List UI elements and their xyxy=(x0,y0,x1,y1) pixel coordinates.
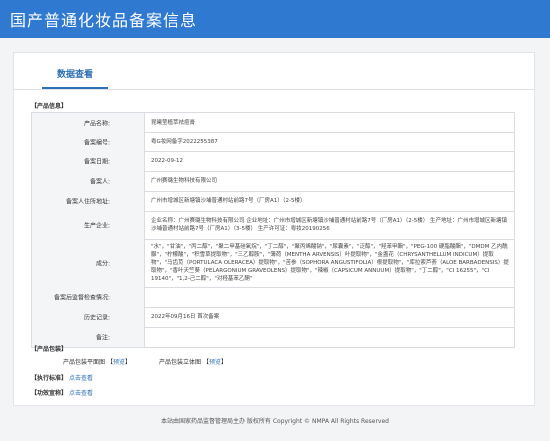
row-label: 备注: xyxy=(95,334,110,342)
table-row: 备案人住所地址: 广州市增城区新塘镇沙埔普通村站前路7号（厂房A1）（2-5楼） xyxy=(31,191,515,212)
section-title-efficacy: 【功效宣称】 xyxy=(31,390,68,397)
row-label: 备案人: xyxy=(89,178,110,186)
row-label-cell: 备案编号: xyxy=(31,132,145,151)
page-title: 国产普通化妆品备案信息 xyxy=(10,11,198,30)
row-label-cell: 备案人: xyxy=(31,171,145,191)
table-row: 备案人: 广州赛璐生物科技有限公司 xyxy=(31,171,515,192)
packaging-item-label: 产品包装平面图 xyxy=(63,359,106,366)
content-panel: 数据查看 【产品信息】 产品名称: 昆曦莹植萃祛痘膏 备案编号: 粤G妆网备字2… xyxy=(13,52,535,406)
table-row: 历史记录: 2022年09月16日 首次备案 xyxy=(31,307,515,328)
preview-3d-link[interactable]: 预览 xyxy=(209,359,221,366)
page-footer: 本站由国家药品监督管理局主办 版权所有 Copyright © NMPA All… xyxy=(161,418,389,425)
row-value: "水"，"甘油"，"丙二醇"，"聚二甲基硅氧烷"，"丁二醇"，"聚丙烯酸钠"，"… xyxy=(151,244,509,282)
table-row: 备案编号: 粤G妆网备字2022255387 xyxy=(31,132,515,152)
table-row: 备案日期: 2022-09-12 xyxy=(31,151,515,172)
table-row: 备注: xyxy=(31,327,515,348)
table-row: 生产企业: 企业名称：广州赛璐生物科技有限公司 企业地址：广州市增城区新塘镇沙埔… xyxy=(31,211,515,240)
efficacy-view-link[interactable]: 点击查看 xyxy=(69,390,93,397)
packaging-item-label: 产品包装立体图 xyxy=(159,359,202,366)
page-header: 国产普通化妆品备案信息 xyxy=(0,0,550,38)
product-info-table: 产品名称: 昆曦莹植萃祛痘膏 备案编号: 粤G妆网备字2022255387 备案… xyxy=(31,112,515,348)
row-label: 历史记录: xyxy=(83,314,110,322)
row-label: 备案人住所地址: xyxy=(65,198,110,206)
row-value: 粤G妆网备字2022255387 xyxy=(151,138,218,145)
row-value: 企业名称：广州赛璐生物科技有限公司 企业地址：广州市增城区新塘镇沙埔普通村站前路… xyxy=(151,218,507,232)
row-label-cell: 历史记录: xyxy=(31,307,145,327)
row-label-cell: 生产企业: xyxy=(31,211,145,239)
row-label-cell: 产品名称: xyxy=(31,113,145,132)
tab-bar: 数据查看 xyxy=(14,53,534,90)
preview-flat-link[interactable]: 预览 xyxy=(113,359,125,366)
row-value: 广州赛璐生物科技有限公司 xyxy=(151,178,218,184)
row-label: 备案编号: xyxy=(83,139,110,146)
section-title-standard: 【执行标准】 xyxy=(31,375,68,382)
table-row: 产品名称: 昆曦莹植萃祛痘膏 xyxy=(31,113,515,133)
row-label: 备案日期: xyxy=(83,158,110,166)
row-label-cell: 备案日期: xyxy=(31,151,145,171)
packaging-item-flat: 产品包装平面图 【预览】 xyxy=(63,359,131,366)
row-value: 昆曦莹植萃祛痘膏 xyxy=(151,119,196,126)
row-label: 备案后监督检查情况: xyxy=(53,294,110,302)
row-value: 2022-09-12 xyxy=(151,158,183,164)
section-title-packaging: 【产品包装】 xyxy=(31,346,68,353)
row-value: 广州市增城区新塘镇沙埔普通村站前路7号（厂房A1）（2-5楼） xyxy=(151,198,306,204)
row-label: 产品名称: xyxy=(83,120,110,127)
table-row: 成分: "水"，"甘油"，"丙二醇"，"聚二甲基硅氧烷"，"丁二醇"，"聚丙烯酸… xyxy=(31,239,515,288)
row-label: 生产企业: xyxy=(83,222,110,230)
packaging-item-3d: 产品包装立体图 【预览】 xyxy=(159,359,227,366)
standard-row: 【执行标准】 点击查看 xyxy=(31,373,93,382)
row-label: 成分: xyxy=(95,260,110,268)
tab-data-view[interactable]: 数据查看 xyxy=(42,67,108,89)
row-label-cell: 备案后监督检查情况: xyxy=(31,287,145,307)
section-title-product-info: 【产品信息】 xyxy=(31,103,68,110)
row-label-cell: 备案人住所地址: xyxy=(31,191,145,211)
row-label-cell: 成分: xyxy=(31,239,145,287)
table-row: 备案后监督检查情况: xyxy=(31,287,515,308)
efficacy-row: 【功效宣称】 点击查看 xyxy=(31,388,93,397)
standard-view-link[interactable]: 点击查看 xyxy=(69,375,93,382)
row-value: 2022年09月16日 首次备案 xyxy=(151,314,220,320)
